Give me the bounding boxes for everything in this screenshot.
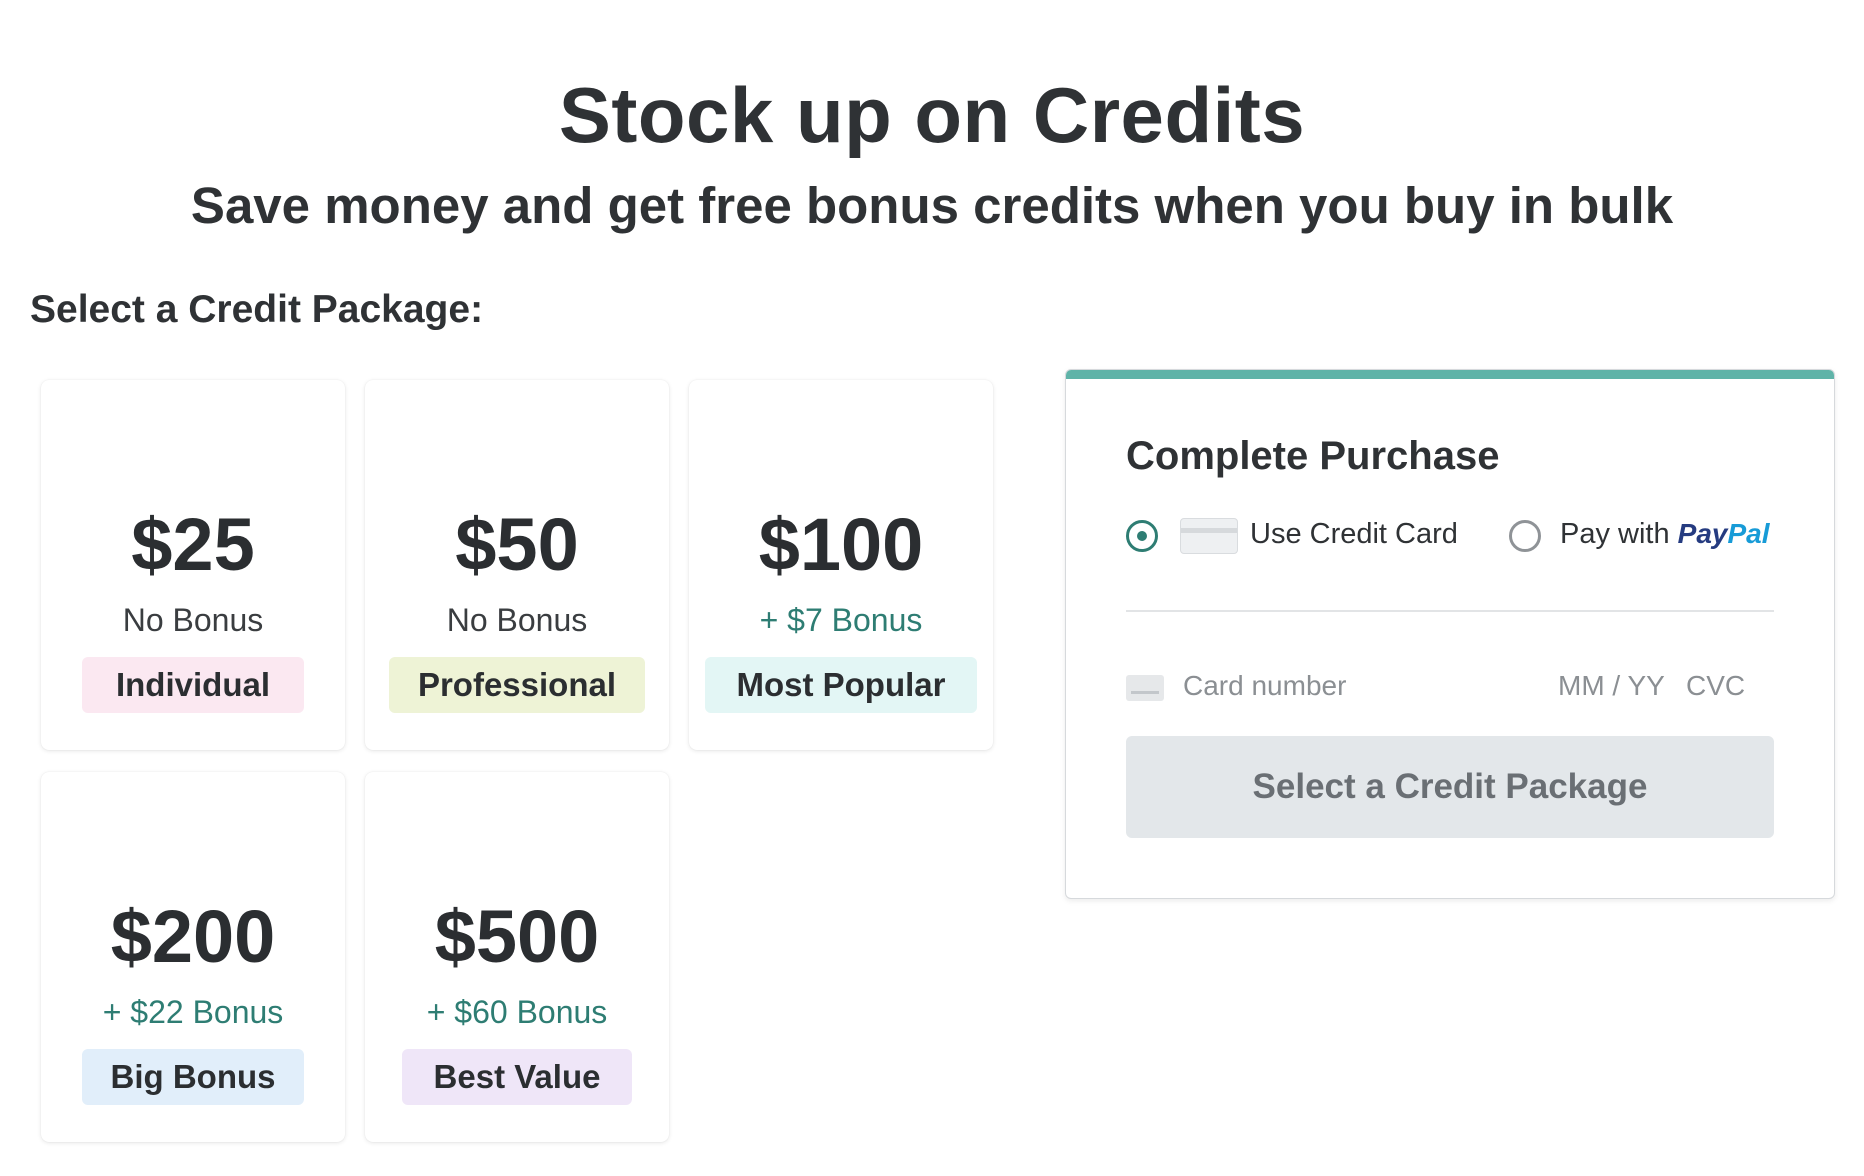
card-number-icon xyxy=(1126,675,1164,701)
package-price: $25 xyxy=(131,503,255,586)
package-card-200[interactable]: $200 + $22 Bonus Big Bonus xyxy=(41,772,345,1142)
package-section-label: Select a Credit Package: xyxy=(30,288,484,331)
package-card-25[interactable]: $25 No Bonus Individual xyxy=(41,380,345,750)
package-price: $200 xyxy=(110,895,276,978)
package-bonus: No Bonus xyxy=(122,602,264,638)
submit-button[interactable]: Select a Credit Package xyxy=(1126,736,1774,838)
package-card-100[interactable]: $100 + $7 Bonus Most Popular xyxy=(689,380,993,750)
package-bonus: + $22 Bonus xyxy=(102,994,284,1030)
expiry-input[interactable]: MM / YY xyxy=(1558,670,1665,702)
package-tag: Big Bonus xyxy=(82,1049,304,1105)
package-bonus: + $7 Bonus xyxy=(759,602,923,638)
package-tag: Best Value xyxy=(402,1049,632,1105)
package-tag: Most Popular xyxy=(705,657,977,713)
package-bonus: No Bonus xyxy=(446,602,588,638)
package-tag: Individual xyxy=(82,657,304,713)
credit-card-option-label[interactable]: Use Credit Card xyxy=(1250,518,1458,551)
paypal-logo-icon: PayPal xyxy=(1677,518,1770,549)
credit-card-radio[interactable] xyxy=(1126,520,1158,552)
card-number-input[interactable]: Card number xyxy=(1183,670,1346,702)
paypal-prefix: Pay with xyxy=(1560,518,1670,550)
package-card-50[interactable]: $50 No Bonus Professional xyxy=(365,380,669,750)
package-price: $50 xyxy=(455,503,579,586)
cvc-input[interactable]: CVC xyxy=(1686,670,1745,702)
paypal-option-label[interactable]: Pay with PayPal xyxy=(1560,518,1770,551)
package-tag: Professional xyxy=(389,657,645,713)
paypal-radio[interactable] xyxy=(1509,520,1541,552)
page-title: Stock up on Credits xyxy=(558,71,1306,159)
package-price: $500 xyxy=(434,895,600,978)
package-card-500[interactable]: $500 + $60 Bonus Best Value xyxy=(365,772,669,1142)
page-subtitle: Save money and get free bonus credits wh… xyxy=(190,177,1674,234)
package-price: $100 xyxy=(758,503,924,586)
credit-card-icon xyxy=(1180,518,1238,554)
purchase-title: Complete Purchase xyxy=(1126,434,1500,478)
panel-accent-bar xyxy=(1066,370,1834,379)
purchase-panel: Complete Purchase Use Credit Card Pay wi… xyxy=(1065,369,1835,899)
divider xyxy=(1126,610,1774,612)
package-bonus: + $60 Bonus xyxy=(426,994,608,1030)
